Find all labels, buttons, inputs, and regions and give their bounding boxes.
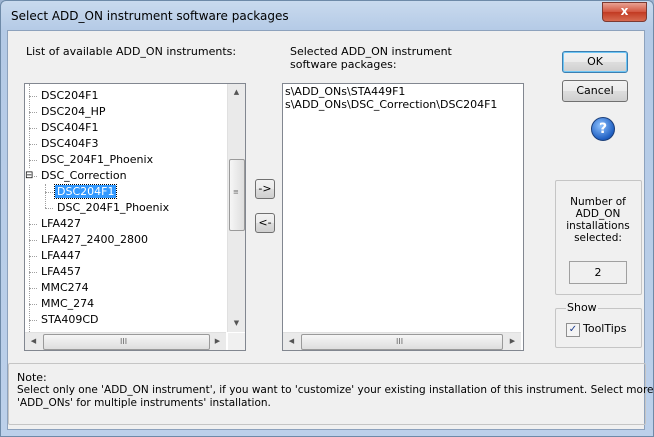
tree-item-label: DSC204F1 <box>53 184 118 199</box>
tree-item[interactable]: LFA447 <box>39 248 83 264</box>
title-bar[interactable]: Select ADD_ON instrument software packag… <box>1 1 653 31</box>
scroll-left-arrow-icon[interactable]: ◀ <box>25 333 42 350</box>
tree-item[interactable]: DSC_204F1_Phoenix <box>55 200 171 216</box>
tree-item-label: DSC_204F1_Phoenix <box>57 201 170 214</box>
tree-item-label: MMC274 <box>41 281 89 294</box>
tree-item-label: MMC_274 <box>41 297 95 310</box>
tree-item[interactable]: STA409CD <box>39 312 101 328</box>
tree-item[interactable]: DSC_204F1_Phoenix <box>39 152 155 168</box>
tree-connector <box>29 96 37 97</box>
available-instruments-tree[interactable]: DSC204F1 DSC204_HP DSC404F1 DSC404F3 DSC_204… <box>24 83 246 351</box>
tree-items: DSC204F1 DSC204_HP DSC404F1 DSC404F3 DSC_204… <box>25 84 226 332</box>
cancel-button[interactable]: Cancel <box>562 80 628 102</box>
tooltips-checkbox[interactable]: ✓ <box>566 323 580 337</box>
tree-item-label: LFA427 <box>41 217 81 230</box>
tree-item[interactable]: LFA457 <box>39 264 83 280</box>
tree-item-label: DSC404F3 <box>41 137 99 150</box>
tree-item-label: DSC204_HP <box>41 105 106 118</box>
h-scroll-thumb[interactable]: III <box>43 334 210 350</box>
tree-guide <box>45 184 46 208</box>
tree-horizontal-scrollbar[interactable]: ◀ III ▶ <box>25 332 226 350</box>
note-line1: Select only one 'ADD_ON instrument', if … <box>17 384 654 396</box>
list-item[interactable]: s\ADD_ONs\STA449F1 <box>285 85 405 98</box>
count-label-line: Number of <box>570 196 626 208</box>
tree-connector <box>29 288 37 289</box>
tree-item-label: DSC404F1 <box>41 121 99 134</box>
tree-connector <box>29 128 37 129</box>
scroll-corner <box>228 333 245 350</box>
tree-item[interactable]: LFA427 <box>39 216 83 232</box>
close-icon: x <box>620 4 629 18</box>
tree-vertical-scrollbar[interactable]: ▲ ≡ ▼ <box>227 84 245 332</box>
count-label: Number of ADD_ON installations selected: <box>556 196 640 244</box>
count-label-line: selected: <box>574 232 622 244</box>
tree-item[interactable]: MMC274 <box>39 280 91 296</box>
h-scroll-thumb[interactable]: III <box>301 334 503 350</box>
selected-list-label-line1: Selected ADD_ON instrument <box>290 45 452 58</box>
tree-item[interactable]: DSC204F1 <box>39 88 100 104</box>
tree-item-label: DSC_Correction <box>41 169 127 182</box>
tree-connector <box>45 192 53 193</box>
note: Note: Select only one 'ADD_ON instrument… <box>9 367 654 425</box>
scroll-right-arrow-icon[interactable]: ▶ <box>504 333 521 350</box>
scroll-up-arrow-icon[interactable]: ▲ <box>228 84 245 101</box>
scroll-down-arrow-icon[interactable]: ▼ <box>228 315 245 332</box>
tree-item[interactable]: LFA427_2400_2800 <box>39 232 150 248</box>
tree-connector <box>29 144 37 145</box>
tree-item-label: DSC_204F1_Phoenix <box>41 153 154 166</box>
window-title: Select ADD_ON instrument software packag… <box>11 9 289 23</box>
scroll-thumb[interactable]: ≡ <box>229 159 245 231</box>
tree-connector <box>29 112 37 113</box>
tree-item[interactable]: DSC204_HP <box>39 104 108 120</box>
tree-connector <box>45 208 53 209</box>
arrow-left-icon: <- <box>258 216 272 229</box>
check-icon: ✓ <box>568 324 578 335</box>
collapse-icon[interactable]: ⊟ <box>25 168 34 184</box>
count-label-line: installations <box>566 220 630 232</box>
scroll-left-arrow-icon[interactable]: ◀ <box>283 333 300 350</box>
ok-button[interactable]: OK <box>562 51 628 73</box>
tree-item-label: LFA427_2400_2800 <box>41 233 148 246</box>
tree-item-label: DSC204F1 <box>41 89 99 102</box>
tooltips-label[interactable]: ToolTips <box>583 322 627 335</box>
tree-connector <box>29 240 37 241</box>
tree-connector <box>29 272 37 273</box>
selected-horizontal-scrollbar[interactable]: ◀ III ▶ <box>283 332 521 350</box>
tree-item-label: LFA447 <box>41 249 81 262</box>
tree-connector <box>29 160 37 161</box>
arrow-right-icon: -> <box>258 182 272 195</box>
close-button[interactable]: x <box>602 2 647 22</box>
grip-icon: ≡ <box>233 188 239 196</box>
tree-guide <box>29 84 30 332</box>
note-line2: 'ADD_ONs' for multiple instruments' inst… <box>17 397 271 409</box>
tree-item[interactable]: DSC404F3 <box>39 136 100 152</box>
tree-connector <box>29 256 37 257</box>
tree-item-label: LFA457 <box>41 265 81 278</box>
add-button[interactable]: -> <box>255 179 275 199</box>
h-grip-icon: III <box>120 337 128 346</box>
available-list-label: List of available ADD_ON instruments: <box>26 45 237 58</box>
tree-connector <box>29 304 37 305</box>
selected-packages-list[interactable]: s\ADD_ONs\STA449F1 s\ADD_ONs\DSC_Correct… <box>282 83 524 351</box>
show-group-label: Show <box>566 301 598 314</box>
tree-item[interactable]: MMC_274 <box>39 296 96 312</box>
installation-count-field: 2 <box>569 261 627 284</box>
tree-item[interactable]: DSC_Correction <box>39 168 129 184</box>
remove-button[interactable]: <- <box>255 213 275 233</box>
list-item[interactable]: s\ADD_ONs\DSC_Correction\DSC204F1 <box>285 98 497 111</box>
tree-item-label: STA409CD <box>41 313 99 326</box>
tree-connector <box>29 320 37 321</box>
tree-item[interactable]: DSC404F1 <box>39 120 100 136</box>
h-grip-icon: III <box>396 337 404 346</box>
help-icon[interactable]: ? <box>591 117 615 141</box>
note-heading: Note: <box>17 371 47 384</box>
selected-list-label-line2: software packages: <box>290 58 397 71</box>
count-label-line: ADD_ON <box>575 208 621 220</box>
scroll-right-arrow-icon[interactable]: ▶ <box>209 333 226 350</box>
tree-connector <box>29 224 37 225</box>
tree-item[interactable]: DSC204F1 <box>53 184 118 200</box>
